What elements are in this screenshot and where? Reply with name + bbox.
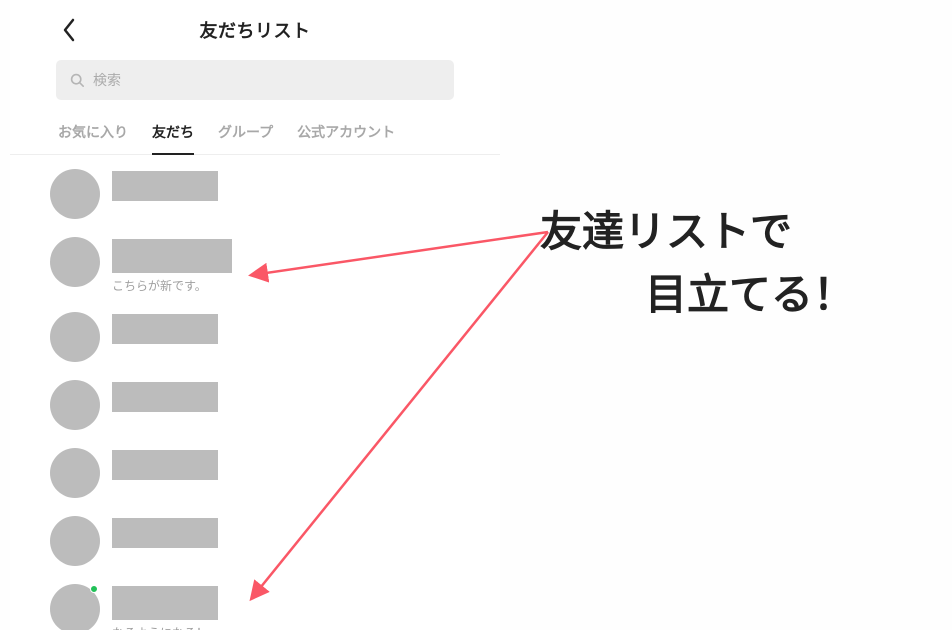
- annotation-line-1: 友達リストで: [540, 200, 952, 263]
- redacted-name: [112, 239, 232, 273]
- redacted-name: [112, 382, 218, 412]
- friends-screen: 友だちリスト 検索 お気に入り 友だち グループ 公式アカウント こちらが新です…: [10, 0, 500, 630]
- name-block: [112, 169, 218, 201]
- redacted-name: [112, 586, 218, 620]
- back-button[interactable]: [62, 18, 76, 47]
- name-block: [112, 516, 218, 548]
- list-item[interactable]: [50, 312, 500, 362]
- search-input[interactable]: 検索: [56, 60, 454, 100]
- name-block: [112, 448, 218, 480]
- redacted-name: [112, 450, 218, 480]
- avatar[interactable]: [50, 448, 100, 498]
- redacted-name: [112, 171, 218, 201]
- page-title: 友だちリスト: [200, 17, 311, 43]
- overlay-annotation: 友達リストで 目立てる！: [540, 200, 952, 326]
- search-placeholder: 検索: [93, 70, 121, 90]
- presence-dot: [90, 585, 98, 593]
- tab-groups[interactable]: グループ: [218, 122, 273, 154]
- avatar[interactable]: [50, 380, 100, 430]
- name-block: こちらが新です。: [112, 237, 232, 294]
- list-item[interactable]: こちらが新です。: [50, 237, 500, 294]
- list-item[interactable]: [50, 448, 500, 498]
- avatar[interactable]: [50, 516, 100, 566]
- list-item[interactable]: [50, 516, 500, 566]
- list-item[interactable]: なるようになる！: [50, 584, 500, 630]
- tab-official[interactable]: 公式アカウント: [297, 122, 395, 154]
- avatar[interactable]: [50, 584, 100, 630]
- chevron-left-icon: [62, 18, 76, 42]
- list-item[interactable]: [50, 169, 500, 219]
- name-block: なるようになる！: [112, 584, 218, 630]
- status-text: こちらが新です。: [112, 277, 232, 294]
- header: 友だちリスト: [10, 0, 500, 60]
- status-text: なるようになる！: [112, 624, 218, 630]
- avatar[interactable]: [50, 312, 100, 362]
- tab-friends[interactable]: 友だち: [152, 122, 194, 154]
- redacted-name: [112, 314, 218, 344]
- redacted-name: [112, 518, 218, 548]
- list-item[interactable]: [50, 380, 500, 430]
- search-icon: [70, 73, 85, 88]
- avatar[interactable]: [50, 237, 100, 287]
- name-block: [112, 312, 218, 344]
- avatar[interactable]: [50, 169, 100, 219]
- tab-favorites[interactable]: お気に入り: [58, 122, 128, 154]
- annotation-line-2: 目立てる！: [540, 263, 952, 326]
- tabs: お気に入り 友だち グループ 公式アカウント: [10, 112, 500, 155]
- name-block: [112, 380, 218, 412]
- friends-list: こちらが新です。なるようになる！: [10, 169, 500, 630]
